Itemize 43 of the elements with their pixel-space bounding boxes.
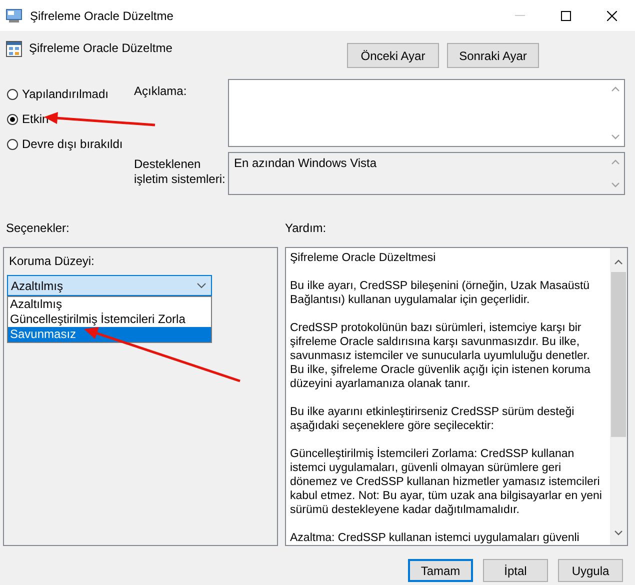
radio-label[interactable]: Yapılandırılmadı — [22, 87, 108, 101]
dialog-button[interactable]: İptal — [483, 559, 548, 582]
level-dropdown[interactable]: Azaltılmış — [7, 275, 212, 296]
setting-title: Şifreleme Oracle Düzeltme — [29, 41, 172, 55]
nav-button[interactable]: Sonraki Ayar — [447, 43, 539, 68]
scroll-up-icon[interactable] — [614, 259, 623, 265]
scroll-down-icon[interactable] — [614, 530, 623, 536]
radio-button[interactable] — [7, 114, 18, 124]
caret-icon — [197, 282, 206, 288]
close-icon[interactable] — [607, 10, 617, 20]
help-text: Bu ilke ayarını etkinleştirirseniz CredSSP sürüm desteği aşağıdaki seçeneklere göre seçilecektir: — [290, 405, 576, 433]
nav-button[interactable]: Önceki Ayar — [347, 43, 439, 68]
dialog-button[interactable]: Uygula — [558, 559, 623, 582]
app-icon — [6, 8, 22, 22]
scroll-down-icon — [611, 182, 620, 188]
field-label: Desteklenen işletim sistemleri: — [134, 156, 226, 188]
radio-label[interactable]: Etkin — [22, 112, 49, 126]
comment-field[interactable] — [228, 79, 625, 147]
radio-button[interactable] — [7, 88, 18, 100]
scroll-down-icon — [611, 134, 620, 140]
help-text: Bu ilke ayarı, CredSSP bileşenini (örneğin, Uzak Masaüstü Bağlantısı) kullanan uygulamalar için geçerlidir. — [290, 279, 591, 307]
field-label: Açıklama: — [134, 83, 188, 100]
scrollbar[interactable] — [610, 248, 627, 545]
scroll-thumb[interactable] — [611, 272, 626, 437]
dropdown-option[interactable]: Güncelleştirilmiş İstemcileri Zorla — [8, 312, 211, 327]
section-label: Seçenekler: — [6, 221, 70, 235]
help-text: Azaltma: CredSSP kullanan istemci uygulamaları güvenli — [290, 531, 580, 545]
help-text: Şifreleme Oracle Düzeltmesi — [290, 251, 437, 265]
help-text: Güncelleştirilmiş İstemcileri Zorlama: CredSSP kullanan istemci uygulamaları, güvenli olmayan sürümlere geri dönemez ve CredSSP kullanan hizmetler yamasız istemcileri kabul etmez. Not: Bu ayar, tüm uzak ana bilgisayarlar en yeni sürümü destekleyene kadar dağıtılmamalıdır. — [290, 447, 603, 517]
scroll-up-icon — [611, 159, 620, 165]
field-label: Koruma Düzeyi: — [8, 254, 94, 268]
maximize-icon[interactable] — [561, 10, 571, 20]
dropdown-option[interactable]: Savunmasız — [8, 327, 211, 342]
scroll-up-icon — [611, 86, 620, 92]
radio-button[interactable] — [7, 138, 18, 150]
dropdown-option[interactable]: Azaltılmış — [8, 297, 211, 312]
dialog-button[interactable]: Tamam — [408, 559, 473, 582]
help-text: CredSSP protokolünün bazı sürümleri, istemciye karşı bir şifreleme Oracle saldırısına karşı savunmasızdır. Bu ilke, savunmasız istemciler ve sunucularla uyumluluğu denetler. Bu ilke, şifreleme Oracle güvenlik açığı için istenen koruma düzeyini ayarlamanıza olanak tanır. — [290, 321, 592, 391]
supported-value: En azından Windows Vista — [233, 155, 378, 172]
section-label: Yardım: — [285, 221, 326, 235]
policy-icon — [6, 41, 22, 57]
window-title: Şifreleme Oracle Düzeltme — [30, 8, 174, 22]
radio-label[interactable]: Devre dışı bırakıldı — [22, 137, 123, 151]
